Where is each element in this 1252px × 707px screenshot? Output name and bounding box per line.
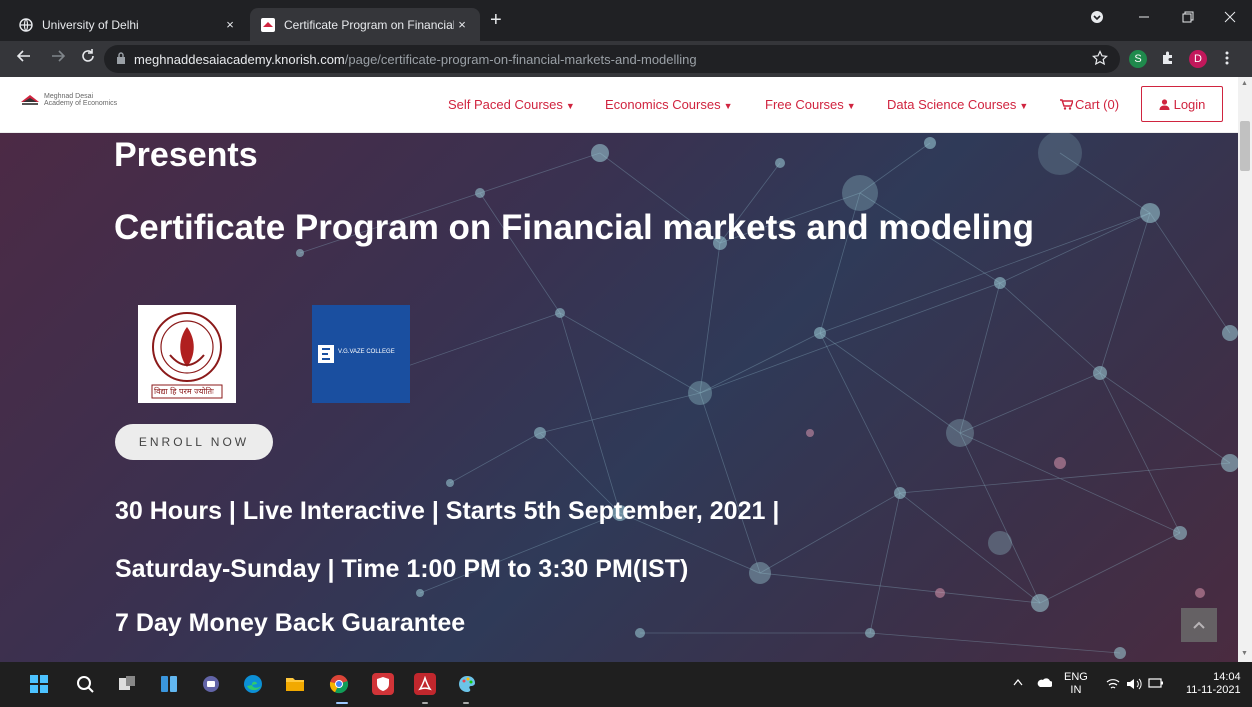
tab-university-of-delhi[interactable]: University of Delhi ×	[8, 8, 248, 41]
program-details-line2: Saturday-Sunday | Time 1:00 PM to 3:30 P…	[115, 555, 689, 583]
file-explorer-icon[interactable]	[284, 673, 306, 695]
nav-label: Data Science Courses	[887, 97, 1017, 112]
scroll-up-arrow-icon[interactable]: ▲	[1241, 80, 1248, 87]
tab-title: Certificate Program on Financial	[284, 17, 454, 32]
new-tab-button[interactable]: +	[490, 10, 502, 30]
reload-icon[interactable]	[80, 48, 96, 69]
url-bar[interactable]: meghnaddesaiacademy.knorish.com/page/cer…	[104, 45, 1120, 73]
caret-down-icon: ▼	[723, 101, 733, 111]
browser-menu-icon[interactable]	[1224, 50, 1230, 71]
extensions-puzzle-icon[interactable]	[1160, 50, 1176, 71]
windows-start-icon[interactable]	[28, 673, 50, 695]
browser-toolbar: meghnaddesaiacademy.knorish.com/page/cer…	[0, 41, 1252, 77]
program-title: Certificate Program on Financial markets…	[114, 208, 1034, 247]
chrome-icon[interactable]	[328, 673, 350, 695]
wifi-icon[interactable]	[1106, 678, 1120, 694]
user-icon	[1159, 98, 1170, 110]
login-button[interactable]: Login	[1141, 86, 1223, 122]
presents-heading: Presents	[114, 136, 258, 174]
college-motto: विद्या हि परम ज्योतिः	[154, 387, 214, 396]
show-hidden-icons-chevron-up-icon[interactable]	[1013, 677, 1023, 690]
forward-arrow-icon[interactable]	[50, 48, 66, 69]
bookmark-star-icon[interactable]	[1092, 50, 1108, 71]
close-tab-icon[interactable]: ×	[222, 17, 238, 32]
nav-label: Self Paced Courses	[448, 97, 563, 112]
clock-date: 11-11-2021	[1186, 684, 1241, 696]
close-tab-icon[interactable]: ×	[454, 17, 470, 32]
scroll-to-top-button[interactable]	[1181, 608, 1217, 642]
url-path: /page/certificate-program-on-financial-m…	[344, 51, 697, 67]
language-code: ENG	[1064, 671, 1088, 683]
nav-economics-courses[interactable]: Economics Courses ▼	[605, 97, 733, 112]
page-scrollbar[interactable]: ▲ ▼	[1238, 77, 1252, 662]
site-logo[interactable]: Meghnad Desai Academy of Economics	[20, 93, 117, 107]
active-app-indicator	[336, 702, 348, 704]
brand-line2: Academy of Economics	[44, 100, 118, 107]
search-icon[interactable]	[74, 673, 96, 695]
globe-icon	[18, 17, 34, 33]
task-view-icon[interactable]	[116, 673, 138, 695]
site-favicon-icon	[260, 17, 276, 33]
restore-icon[interactable]	[1182, 10, 1194, 26]
janki-devi-college-logo: विद्या हि परम ज्योतिः	[138, 305, 236, 403]
clock-time: 14:04	[1213, 671, 1241, 683]
brand-line1: Meghnad Desai	[44, 93, 94, 100]
nav-label: Economics Courses	[605, 97, 721, 112]
extension-s-icon[interactable]: S	[1129, 50, 1147, 68]
cart-label: Cart (0)	[1075, 97, 1120, 112]
security-shield-icon[interactable]	[372, 673, 394, 695]
battery-icon[interactable]	[1148, 678, 1164, 692]
nav-label: Free Courses	[765, 97, 844, 112]
lock-icon	[116, 51, 126, 67]
enroll-now-button[interactable]: ENROLL NOW	[115, 424, 273, 460]
scroll-down-arrow-icon[interactable]: ▼	[1241, 650, 1248, 657]
site-header: Meghnad Desai Academy of Economics Self …	[0, 77, 1238, 133]
login-label: Login	[1173, 96, 1206, 112]
browser-tab-strip: University of Delhi × Certificate Progra…	[0, 0, 1252, 41]
chevron-up-icon	[1193, 621, 1205, 629]
college-name: V.G.VAZE COLLEGE	[338, 349, 395, 355]
nav-data-science-courses[interactable]: Data Science Courses ▼	[887, 97, 1028, 112]
academy-logo-icon	[21, 95, 39, 105]
tab-title: University of Delhi	[42, 17, 139, 32]
nav-self-paced-courses[interactable]: Self Paced Courses ▼	[448, 97, 575, 112]
vg-vaze-college-logo: V.G.VAZE COLLEGE	[312, 305, 410, 403]
running-app-indicator	[422, 702, 428, 704]
system-clock[interactable]: 14:04 11-11-2021	[1186, 671, 1241, 697]
minimize-icon[interactable]	[1138, 10, 1150, 26]
caret-down-icon: ▼	[1019, 101, 1029, 111]
back-arrow-icon[interactable]	[16, 48, 32, 69]
windows-taskbar: ENG IN 14:04 11-11-2021	[0, 662, 1252, 707]
money-back-guarantee: 7 Day Money Back Guarantee	[115, 609, 466, 637]
url-domain: meghnaddesaiacademy.knorish.com	[134, 51, 345, 67]
nav-free-courses[interactable]: Free Courses ▼	[765, 97, 856, 112]
scrollbar-thumb[interactable]	[1240, 121, 1250, 171]
running-app-indicator	[463, 702, 469, 704]
acrobat-reader-icon[interactable]	[414, 673, 436, 695]
teams-chat-icon[interactable]	[200, 673, 222, 695]
region-code: IN	[1070, 684, 1082, 696]
cart-link[interactable]: Cart (0)	[1060, 97, 1119, 112]
caret-down-icon: ▼	[846, 101, 856, 111]
widgets-icon[interactable]	[158, 673, 180, 695]
hero-banner: Presents Certificate Program on Financia…	[0, 133, 1238, 662]
volume-icon[interactable]	[1126, 678, 1142, 694]
language-indicator[interactable]: ENG IN	[1064, 671, 1088, 697]
profile-avatar[interactable]: D	[1189, 50, 1207, 68]
close-window-icon[interactable]	[1224, 10, 1236, 26]
edge-browser-icon[interactable]	[242, 673, 264, 695]
program-details-line1: 30 Hours | Live Interactive | Starts 5th…	[115, 497, 780, 525]
web-page: Meghnad Desai Academy of Economics Self …	[0, 77, 1238, 662]
cart-icon	[1060, 99, 1075, 110]
paint-app-icon[interactable]	[456, 673, 478, 695]
caret-down-icon: ▼	[565, 101, 575, 111]
tab-search-icon[interactable]	[1090, 10, 1104, 27]
onedrive-cloud-icon[interactable]	[1036, 678, 1053, 692]
tab-certificate-program[interactable]: Certificate Program on Financial ×	[250, 8, 480, 41]
